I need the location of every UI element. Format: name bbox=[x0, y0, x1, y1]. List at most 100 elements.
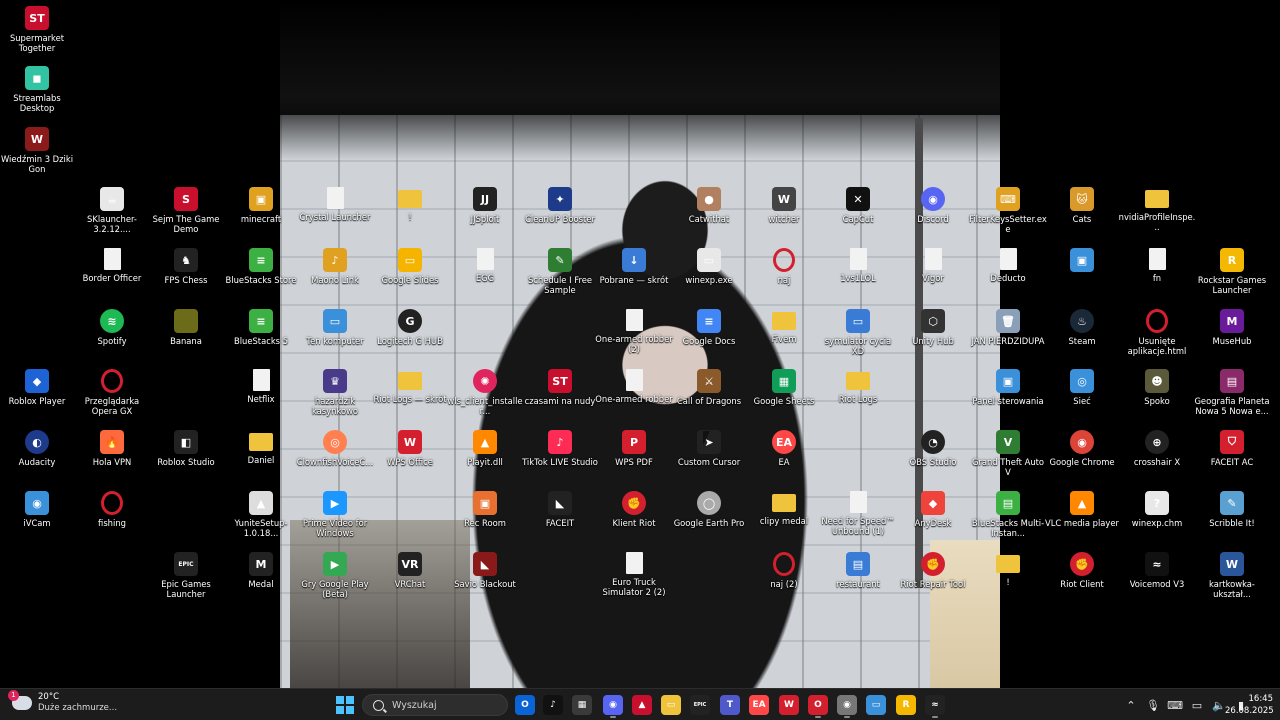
desktop-icon[interactable]: P WPS PDF bbox=[596, 430, 672, 467]
discord-icon[interactable]: ◉ bbox=[603, 695, 623, 715]
desktop-icon[interactable]: clipy medal bbox=[746, 491, 822, 526]
rockstar-icon[interactable]: R bbox=[896, 695, 916, 715]
desktop-icon[interactable]: Need for Speed™ Unbound (1) bbox=[820, 491, 896, 536]
desktop-icon[interactable]: ≋ Spotify bbox=[74, 309, 150, 346]
desktop-icon[interactable]: ◉ Google Chrome bbox=[1044, 430, 1120, 467]
desktop-icon[interactable]: ⌨ FilterKeysSetter.exe bbox=[969, 187, 1047, 234]
desktop-icon[interactable]: ✊ Klient Riot bbox=[596, 491, 672, 528]
desktop-icon[interactable]: ● Catwithat bbox=[671, 187, 747, 224]
desktop-icon[interactable]: fn bbox=[1119, 248, 1195, 283]
desktop-icon[interactable]: ✊ Riot Repair Tool bbox=[895, 552, 971, 589]
desktop-icon[interactable]: ☕ SKlauncher-3.2.12.... bbox=[74, 187, 150, 234]
desktop[interactable]: ST Supermarket Together ◼ Streamlabs Deskto… bbox=[0, 0, 1280, 688]
desktop-icon[interactable]: ▤ BlueStacks Multi-Instan... bbox=[970, 491, 1046, 538]
desktop-icon[interactable]: ◆ Roblox Player bbox=[0, 369, 75, 406]
desktop-icon[interactable]: ≡ BlueStacks Store bbox=[223, 248, 299, 285]
microphone-icon[interactable]: 🎙 bbox=[1146, 698, 1160, 712]
desktop-icon[interactable]: ▣ bbox=[1044, 248, 1120, 275]
desktop-icon[interactable]: ♨ Steam bbox=[1044, 309, 1120, 346]
start-button[interactable] bbox=[336, 696, 354, 714]
chrome-icon[interactable]: ◉ bbox=[837, 695, 857, 715]
weather-widget[interactable]: 1 20°C Duże zachmurze... bbox=[8, 690, 117, 714]
desktop-icon[interactable]: ◧ Roblox Studio bbox=[148, 430, 224, 467]
desktop-icon[interactable]: ≡ Google Docs bbox=[671, 309, 747, 346]
desktop-icon[interactable]: One-armed robber bbox=[595, 369, 673, 404]
desktop-icon[interactable]: ◯ Google Earth Pro bbox=[671, 491, 747, 528]
desktop-icon[interactable]: Netflix bbox=[223, 369, 299, 404]
desktop-icon[interactable]: G Logitech G HUB bbox=[372, 309, 448, 346]
desktop-icon[interactable]: ▤ Geografia Planeta Nowa 5 Nowa e... bbox=[1194, 369, 1270, 416]
desktop-icon[interactable]: ✊ Riot Client bbox=[1044, 552, 1120, 589]
desktop-icon[interactable]: ◣ Savio Blackout bbox=[447, 552, 523, 589]
desktop-icon[interactable]: Crystal Launcher bbox=[297, 187, 373, 222]
desktop-icon[interactable]: ▶ Prime Video for Windows bbox=[297, 491, 373, 538]
pdf-icon[interactable]: ▲ bbox=[632, 695, 652, 715]
desktop-icon[interactable]: 🔥 Hola VPN bbox=[74, 430, 150, 467]
desktop-icon[interactable]: ♪ TikTok LIVE Studio bbox=[522, 430, 598, 467]
desktop-icon[interactable]: ▭ winexp.exe bbox=[671, 248, 747, 285]
desktop-icon[interactable]: Wkartkowka-ukształ... bbox=[1194, 552, 1270, 599]
desktop-icon[interactable]: Przeglądarka Opera GX bbox=[74, 369, 150, 416]
desktop-icon[interactable]: ! bbox=[970, 552, 1046, 587]
desktop-icon[interactable]: Riot Logs — skrót bbox=[372, 369, 448, 404]
desktop-icon[interactable]: ⊕ crosshair X bbox=[1119, 430, 1195, 467]
desktop-icon[interactable]: Border Officer bbox=[74, 248, 150, 283]
desktop-icon[interactable]: Deducto bbox=[970, 248, 1046, 283]
desktop-icon[interactable]: Vigor bbox=[895, 248, 971, 283]
desktop-icon[interactable]: naj (2) bbox=[746, 552, 822, 589]
desktop-icon[interactable]: One-armed robber (2) bbox=[595, 309, 673, 354]
desktop-icon[interactable]: ✦ CleanUP Booster bbox=[522, 187, 598, 224]
desktop-icon[interactable]: ✕ CapCut bbox=[820, 187, 896, 224]
desktop-icon[interactable]: ▲ YuniteSetup-1.0.18... bbox=[223, 491, 299, 538]
wps-office-icon[interactable]: W bbox=[779, 695, 799, 715]
outlook-icon[interactable]: O bbox=[515, 695, 535, 715]
desktop-icon[interactable]: M MuseHub bbox=[1194, 309, 1270, 346]
desktop-icon[interactable]: Wwitcher bbox=[746, 187, 822, 224]
desktop-icon[interactable]: ▣ minecraft bbox=[223, 187, 299, 224]
desktop-icon[interactable]: 🐱 Cats bbox=[1044, 187, 1120, 224]
desktop-icon[interactable]: ▶ Gry Google Play (Beta) bbox=[297, 552, 373, 599]
chevron-up-icon[interactable]: ⌃ bbox=[1124, 698, 1138, 712]
desktop-icon[interactable]: VR VRChat bbox=[372, 552, 448, 589]
desktop-icon[interactable]: EPIC Epic Games Launcher bbox=[148, 552, 224, 599]
desktop-icon[interactable]: ↓ Pobrane — skrót bbox=[596, 248, 672, 285]
file-explorer-icon[interactable]: ▭ bbox=[661, 695, 681, 715]
desktop-icon[interactable]: ◼ Streamlabs Desktop bbox=[0, 66, 75, 113]
desktop-icon[interactable]: Riot Logs bbox=[820, 369, 896, 404]
desktop-icon[interactable]: ▲ Playit.dll bbox=[447, 430, 523, 467]
desktop-icon[interactable]: ▣ Panel sterowania bbox=[970, 369, 1046, 406]
desktop-icon[interactable]: ◐ Audacity bbox=[0, 430, 75, 467]
desktop-icon[interactable]: EGG bbox=[447, 248, 523, 283]
desktop-icon[interactable]: ≈ Voicemod V3 bbox=[1119, 552, 1195, 589]
voicemod-icon[interactable]: ≈ bbox=[925, 695, 945, 715]
desktop-icon[interactable]: EA EA bbox=[746, 430, 822, 467]
network-icon[interactable]: ▭ bbox=[1190, 698, 1204, 712]
desktop-icon[interactable]: ≡ BlueStacks 5 bbox=[223, 309, 299, 346]
desktop-icon[interactable]: ▭ symulator cycia XD bbox=[820, 309, 896, 356]
desktop-icon[interactable]: ⚔ Call of Dragons bbox=[671, 369, 747, 406]
desktop-icon[interactable]: M Medal bbox=[223, 552, 299, 589]
desktop-icon[interactable]: ♛ hazardzik kasynkowo bbox=[297, 369, 373, 416]
desktop-icon[interactable]: ◔ OBS Studio bbox=[895, 430, 971, 467]
microsoft-store-icon[interactable]: ▦ bbox=[572, 695, 592, 715]
desktop-icon[interactable]: Daniel bbox=[223, 430, 299, 465]
desktop-icon[interactable]: W WPS Office bbox=[372, 430, 448, 467]
desktop-icon[interactable]: ▤ restaurant bbox=[820, 552, 896, 589]
opera-gx-icon[interactable]: O bbox=[808, 695, 828, 715]
keyboard-icon[interactable]: ⌨ bbox=[1167, 698, 1183, 712]
desktop-icon[interactable]: W Wiedźmin 3 Dziki Gon bbox=[0, 127, 75, 174]
taskbar-search[interactable]: Wyszukaj bbox=[362, 694, 508, 716]
desktop-icon[interactable]: ! bbox=[372, 187, 448, 222]
desktop-icon[interactable]: ◣ FACEIT bbox=[522, 491, 598, 528]
desktop-icon[interactable]: ⛉ FACEIT AC bbox=[1194, 430, 1270, 467]
desktop-icon[interactable]: Usunięte aplikacje.html bbox=[1119, 309, 1195, 356]
ea-icon[interactable]: EA bbox=[749, 695, 769, 715]
desktop-icon[interactable]: ST czasami na nudy bbox=[522, 369, 598, 406]
desktop-icon[interactable]: 1vs1LOL bbox=[820, 248, 896, 283]
desktop-icon[interactable]: JJ JJSploit bbox=[447, 187, 523, 224]
epic-games-icon[interactable]: EPIC bbox=[690, 695, 710, 715]
desktop-icon[interactable]: ✺ wls_client_installer... bbox=[447, 369, 523, 416]
desktop-icon[interactable]: Euro Truck Simulator 2 (2) bbox=[596, 552, 672, 597]
desktop-icon[interactable]: fishing bbox=[74, 491, 150, 528]
tiktok-icon[interactable]: ♪ bbox=[543, 695, 563, 715]
